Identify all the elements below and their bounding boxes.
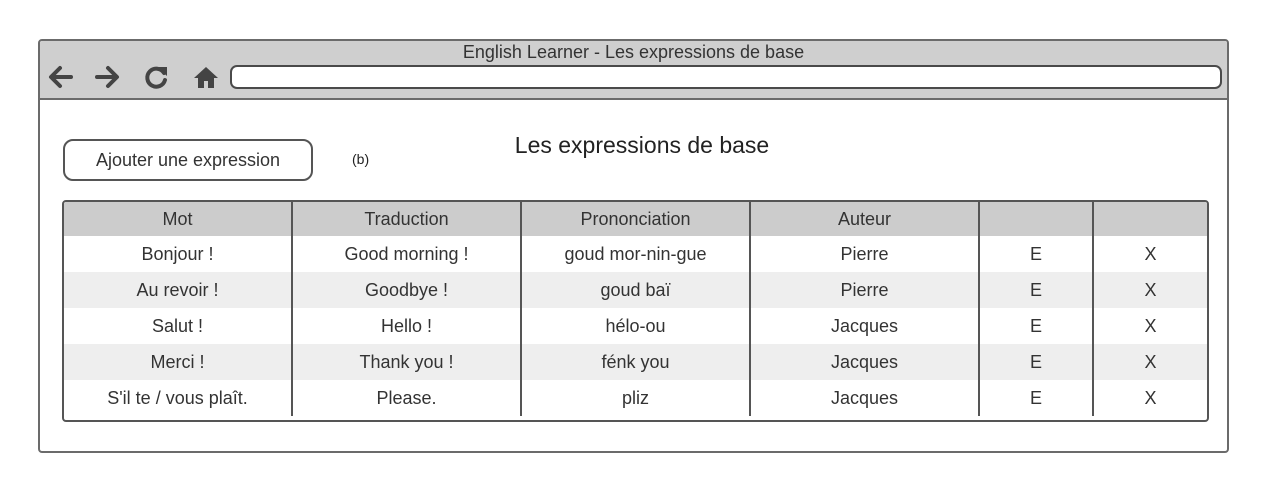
cell-auteur: Jacques [749, 344, 979, 380]
cell-prononciation: goud baï [520, 272, 750, 308]
column-header-traduction: Traduction [291, 202, 521, 236]
cell-mot: S'il te / vous plaît. [107, 387, 248, 408]
column-header-prononciation: Prononciation [520, 202, 750, 236]
cell-traduction: Please. [291, 380, 521, 416]
cell-prononciation: pliz [520, 380, 750, 416]
delete-button[interactable]: X [1092, 308, 1207, 344]
reload-icon [143, 64, 169, 90]
cell-auteur: Pierre [749, 272, 979, 308]
back-button[interactable] [46, 63, 74, 91]
column-header-auteur: Auteur [749, 202, 979, 236]
delete-button[interactable]: X [1092, 236, 1207, 272]
edit-button[interactable]: E [978, 380, 1093, 416]
cell-traduction: Hello ! [291, 308, 521, 344]
edit-button[interactable]: E [978, 344, 1093, 380]
delete-button[interactable]: X [1092, 380, 1207, 416]
home-icon [193, 65, 219, 89]
cell-mot: Merci ! [150, 351, 205, 372]
browser-window: English Learner - Les expressions de bas… [38, 39, 1229, 453]
table-row: S'il te / vous plaît. Please. pliz Jacqu… [64, 380, 1207, 416]
cell-prononciation: hélo-ou [520, 308, 750, 344]
page-title: Les expressions de base [514, 132, 770, 158]
forward-button[interactable] [94, 63, 122, 91]
arrow-left-icon [47, 65, 73, 89]
cell-mot: Bonjour ! [141, 243, 214, 264]
cell-mot: Salut ! [151, 315, 204, 336]
arrow-right-icon [95, 65, 121, 89]
expressions-table: Mot Traduction Prononciation Auteur Bonj… [62, 200, 1209, 422]
cell-mot: Au revoir ! [136, 279, 219, 300]
cell-auteur: Pierre [749, 236, 979, 272]
table-row: Merci ! Thank you ! fénk you Jacques E X [64, 344, 1207, 380]
delete-button[interactable]: X [1092, 272, 1207, 308]
edit-button[interactable]: E [978, 272, 1093, 308]
cell-traduction: Goodbye ! [291, 272, 521, 308]
table-row: Bonjour ! Good morning ! goud mor-nin-gu… [64, 236, 1207, 272]
cell-auteur: Jacques [749, 380, 979, 416]
column-header-mot: Mot [162, 208, 193, 229]
cell-traduction: Good morning ! [291, 236, 521, 272]
edit-button[interactable]: E [978, 236, 1093, 272]
table-header-row: Mot Traduction Prononciation Auteur [64, 202, 1207, 236]
column-header-delete [1092, 202, 1207, 236]
table-row: Salut ! Hello ! hélo-ou Jacques E X [64, 308, 1207, 344]
cell-prononciation: fénk you [520, 344, 750, 380]
column-header-edit [978, 202, 1093, 236]
cell-prononciation: goud mor-nin-gue [520, 236, 750, 272]
reload-button[interactable] [142, 63, 170, 91]
browser-titlebar: English Learner - Les expressions de bas… [40, 41, 1227, 100]
edit-button[interactable]: E [978, 308, 1093, 344]
window-title: English Learner - Les expressions de bas… [462, 42, 805, 62]
table-row: Au revoir ! Goodbye ! goud baï Pierre E … [64, 272, 1207, 308]
cell-traduction: Thank you ! [291, 344, 521, 380]
cell-auteur: Jacques [749, 308, 979, 344]
home-button[interactable] [192, 63, 220, 91]
delete-button[interactable]: X [1092, 344, 1207, 380]
address-bar[interactable] [230, 65, 1222, 89]
